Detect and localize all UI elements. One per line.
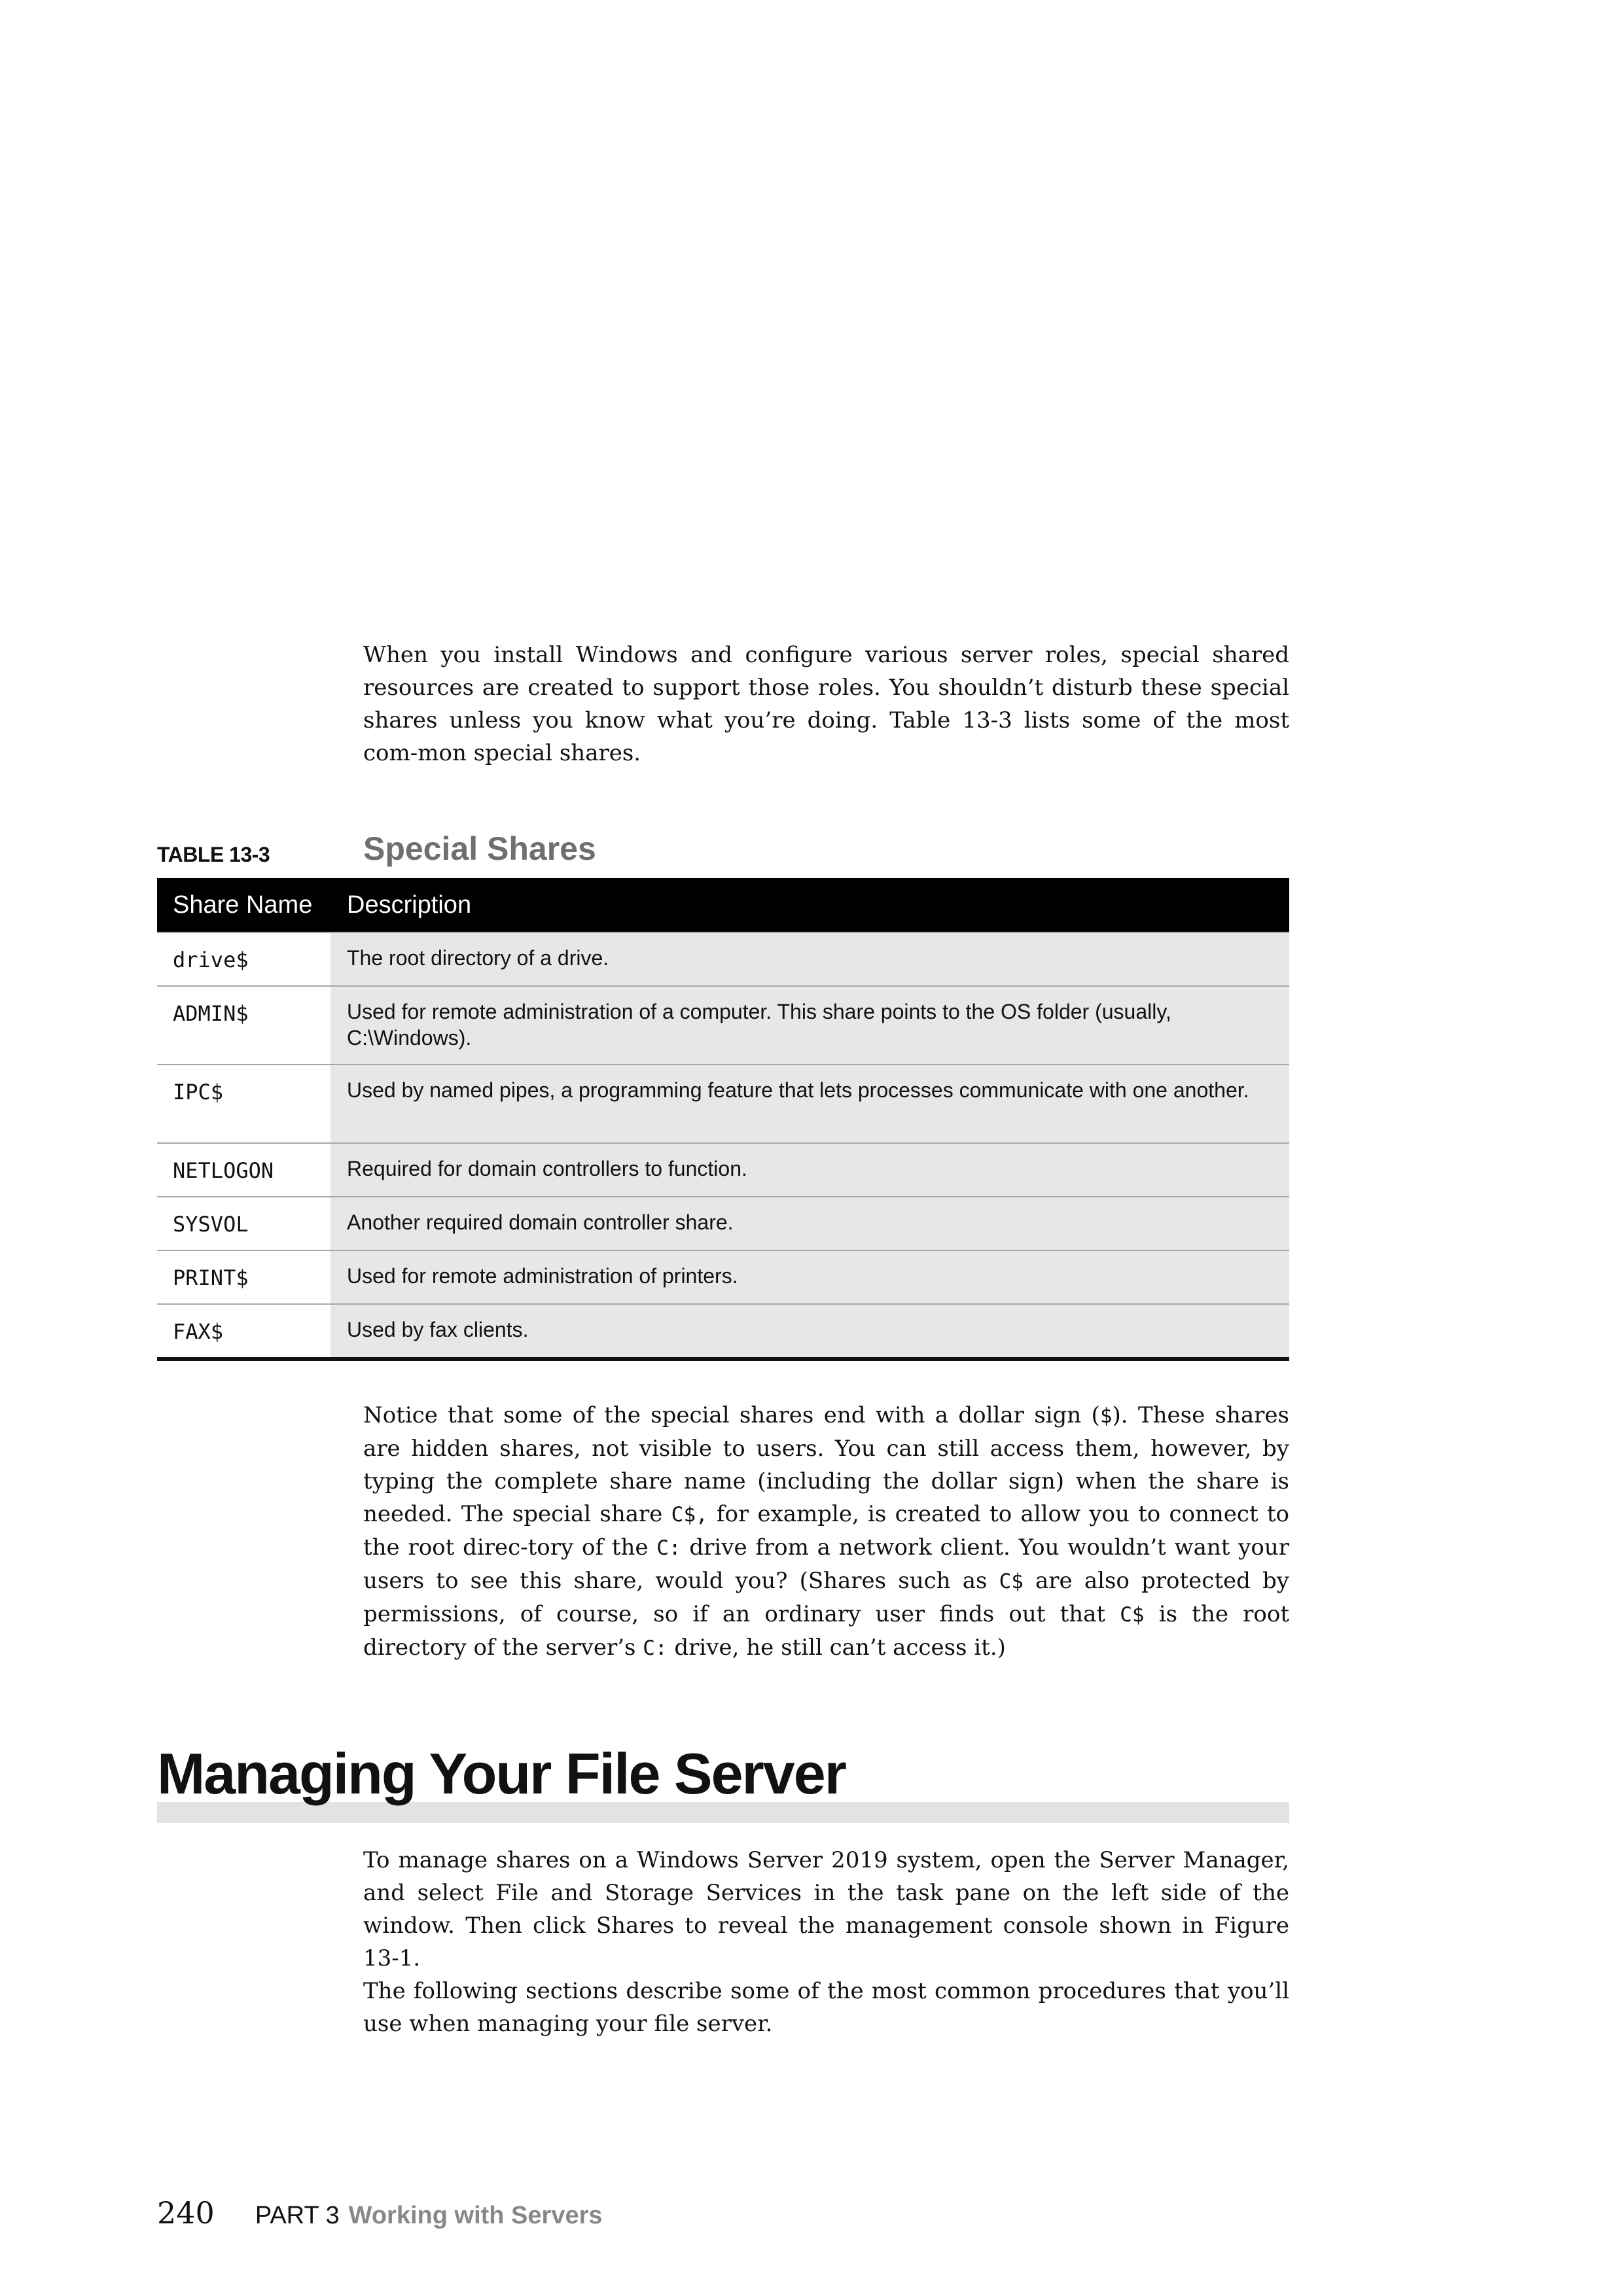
header-description: Description [347, 891, 472, 919]
inline-code: C: [656, 1536, 681, 1560]
share-name-cell: PRINT$ [157, 1251, 330, 1303]
manage-paragraph-1: To manage shares on a Windows Server 201… [363, 1847, 1289, 1971]
description-cell: Required for domain controllers to funct… [330, 1144, 1289, 1196]
inline-code: C: [643, 1636, 668, 1660]
table-row: SYSVOL Another required domain controlle… [157, 1196, 1289, 1250]
table-title: Special Shares [363, 830, 596, 867]
table-row: NETLOGON Required for domain controllers… [157, 1142, 1289, 1196]
share-name-cell: ADMIN$ [157, 987, 330, 1064]
table-row: FAX$ Used by fax clients. [157, 1303, 1289, 1357]
share-name-cell: FAX$ [157, 1305, 330, 1357]
table-row: IPC$ Used by named pipes, a programming … [157, 1064, 1289, 1142]
share-name-cell: SYSVOL [157, 1197, 330, 1250]
intro-paragraph: When you install Windows and configure v… [363, 642, 1289, 766]
description-cell: The root directory of a drive. [330, 933, 1289, 985]
notice-paragraph: Notice that some of the special shares e… [363, 1402, 1289, 1661]
description-cell: Used for remote administration of printe… [330, 1251, 1289, 1303]
part-label: PART 3 [255, 2202, 340, 2229]
inline-code: C$ [999, 1570, 1024, 1593]
manage-paragraph-2: The following sections describe some of … [363, 1978, 1289, 2037]
part-title: Working with Servers [348, 2202, 603, 2229]
table-label: TABLE 13-3 [157, 843, 270, 866]
table-header-row: Share Name Description [157, 878, 1289, 932]
inline-code: C$ [1120, 1603, 1145, 1627]
header-share-name: Share Name [173, 891, 313, 919]
section-heading: Managing Your File Server [157, 1741, 847, 1806]
section-heading-block: Managing Your File Server [157, 1740, 1289, 1826]
description-cell: Used for remote administration of a comp… [330, 987, 1289, 1064]
table-row: drive$ The root directory of a drive. [157, 932, 1289, 985]
inline-code: C$, [671, 1503, 708, 1527]
table-row: PRINT$ Used for remote administration of… [157, 1250, 1289, 1303]
page-footer: 240 PART 3 Working with Servers [157, 2195, 603, 2234]
share-name-cell: drive$ [157, 933, 330, 985]
description-cell: Used by fax clients. [330, 1305, 1289, 1357]
inline-code: $ [1099, 1404, 1113, 1428]
table-row: ADMIN$ Used for remote administration of… [157, 985, 1289, 1064]
share-name-cell: NETLOGON [157, 1144, 330, 1196]
special-shares-table: Share Name Description drive$ The root d… [157, 878, 1289, 1361]
page-number: 240 [157, 2195, 215, 2231]
share-name-cell: IPC$ [157, 1065, 330, 1142]
description-cell: Another required domain controller share… [330, 1197, 1289, 1250]
description-cell: Used by named pipes, a programming featu… [330, 1065, 1289, 1142]
